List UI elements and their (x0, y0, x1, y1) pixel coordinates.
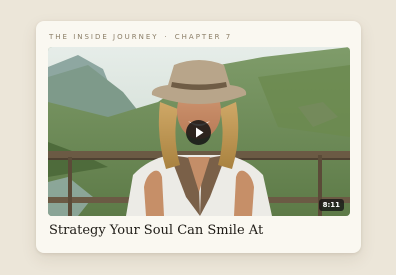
video-card[interactable]: THE INSIDE JOURNEY · CHAPTER 7 8:11 Stra… (36, 21, 361, 253)
video-thumbnail[interactable]: 8:11 (48, 47, 350, 216)
card-kicker: THE INSIDE JOURNEY · CHAPTER 7 (49, 33, 232, 41)
series-label: THE INSIDE JOURNEY (49, 33, 159, 41)
video-title[interactable]: Strategy Your Soul Can Smile At (49, 223, 263, 238)
kicker-separator: · (164, 33, 169, 41)
play-button[interactable] (186, 120, 211, 145)
chapter-label: CHAPTER 7 (174, 33, 233, 41)
duration-badge: 8:11 (318, 199, 344, 211)
play-icon (196, 127, 204, 138)
